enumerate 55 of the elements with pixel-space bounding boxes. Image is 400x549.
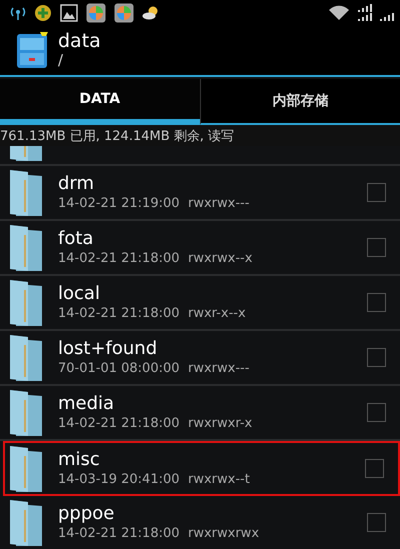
file-date: 14-02-21 21:18:00 [58,250,181,268]
file-date: 70-01-01 08:00:00 [58,360,181,378]
plus-icon [34,4,52,22]
file-date: 14-03-19 20:41:00 [58,470,181,488]
wifi-icon [328,4,350,20]
folder-path: / [58,52,64,69]
file-date: 14-02-21 21:18:00 [58,524,181,542]
tab[interactable]: 内部存储 [200,79,400,125]
file-permissions: rwxrwx--x [188,250,252,268]
file-row[interactable]: misc 14-03-19 20:41:00 rwxrwx--t [3,441,400,496]
app-icon [86,2,106,22]
cellular-signal-icon [380,13,394,21]
folder-icon [8,278,44,328]
checkbox[interactable] [365,459,384,478]
file-date: 14-02-21 21:18:00 [58,304,181,322]
file-row[interactable]: drm 14-02-21 21:19:00 rwxrwx--- [0,166,400,221]
file-row[interactable]: pppoe 14-02-21 21:18:00 rwxrwxrwx [0,496,400,549]
file-name: local [58,282,101,304]
file-permissions: rwxrwx--- [188,360,250,378]
file-name: media [58,392,116,414]
file-name: drm [58,172,96,194]
file-permissions: rwxr-x--x [188,304,246,322]
file-date: 14-02-21 21:18:00 [58,414,181,432]
folder-title: data [58,31,101,52]
folder-icon [8,168,44,218]
cellular-signal-icon [358,4,372,21]
file-permissions: rwxrwxrwx [188,524,260,542]
checkbox[interactable] [367,513,386,532]
tab[interactable]: DATA [0,79,200,125]
checkbox[interactable] [367,183,386,202]
app-icon [114,2,134,22]
file-date: 14-02-21 21:19:00 [58,194,181,212]
image-icon [60,4,78,22]
folder-icon [8,388,44,438]
folder-icon [8,222,44,272]
file-permissions: rwxrwxr-x [188,414,252,432]
file-name: lost+found [58,338,158,360]
file-row[interactable]: media 14-02-21 21:18:00 rwxrwxr-x [0,386,400,441]
file-row[interactable]: lost+found 70-01-01 08:00:00 rwxrwx--- [0,331,400,386]
file-row[interactable]: fota 14-02-21 21:18:00 rwxrwx--x [0,221,400,276]
file-permissions: rwxrwx--t [188,470,250,488]
checkbox[interactable] [367,238,386,257]
file-cabinet-icon[interactable] [16,30,50,70]
folder-icon [8,498,44,548]
folder-icon [8,332,44,382]
checkbox[interactable] [367,403,386,422]
folder-icon [8,444,44,494]
file-row[interactable]: local 14-02-21 21:18:00 rwxr-x--x [0,276,400,331]
file-name: misc [58,448,101,470]
file-name: pppoe [58,502,116,524]
weather-icon [142,4,160,20]
checkbox[interactable] [367,293,386,312]
file-permissions: rwxrwx--- [188,194,250,212]
file-name: fota [58,228,94,250]
checkbox[interactable] [367,348,386,367]
